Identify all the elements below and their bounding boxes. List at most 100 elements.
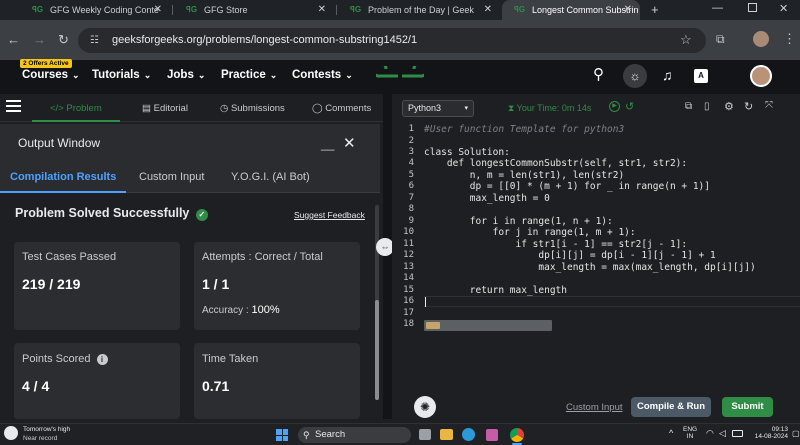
- browser-tab[interactable]: ꟼG GFG Weekly Coding Conte ✕: [20, 0, 170, 20]
- code-line[interactable]: max_length = max(max_length, dp[i][j]): [424, 262, 755, 273]
- tab-problem[interactable]: </> Problem: [50, 103, 102, 114]
- taskbar-search[interactable]: ⚲ Search: [298, 427, 411, 443]
- reset-code-icon[interactable]: ↻: [744, 100, 753, 113]
- line-number: 1: [408, 124, 414, 134]
- browser-tab[interactable]: ꟼG GFG Store ✕: [174, 0, 334, 20]
- minimize-output-icon[interactable]: __: [321, 137, 334, 151]
- menu-jobs[interactable]: Jobs ⌄: [167, 69, 205, 81]
- info-icon[interactable]: i: [96, 354, 108, 365]
- file-icon[interactable]: ▯: [704, 101, 710, 112]
- submit-button[interactable]: Submit: [722, 397, 773, 417]
- user-avatar[interactable]: [750, 65, 772, 87]
- weather-icon[interactable]: [4, 426, 18, 440]
- profile-avatar[interactable]: [753, 31, 769, 47]
- tab-custom-input[interactable]: Custom Input: [139, 171, 204, 183]
- gfg-logo-icon[interactable]: [376, 66, 424, 86]
- reload-icon[interactable]: ↻: [58, 33, 69, 47]
- file-explorer-icon[interactable]: [440, 429, 453, 440]
- code-line[interactable]: for i in range(1, n + 1):: [424, 216, 613, 227]
- panel-divider[interactable]: [383, 94, 392, 419]
- tab-editorial[interactable]: ▤ Editorial: [142, 103, 188, 114]
- close-tab-icon[interactable]: ✕: [318, 4, 326, 15]
- browser-tab[interactable]: ꟼG Problem of the Day | Geek ✕: [338, 0, 500, 20]
- volume-icon[interactable]: ◁: [719, 428, 726, 439]
- tab-submissions[interactable]: ◷ Submissions: [220, 103, 285, 114]
- gfg-favicon-icon: ꟼG: [350, 5, 362, 14]
- code-line[interactable]: dp[i][j] = dp[i - 1][j - 1] + 1: [424, 250, 715, 261]
- compile-run-button[interactable]: Compile & Run: [631, 397, 711, 417]
- photos-icon[interactable]: [486, 429, 498, 441]
- task-view-icon[interactable]: [419, 429, 431, 440]
- menu-contests[interactable]: Contests ⌄: [292, 69, 353, 81]
- fullscreen-icon[interactable]: ⤧: [765, 100, 773, 111]
- bookmark-star-icon[interactable]: ☆: [680, 33, 692, 47]
- timer-reset-icon[interactable]: ↺: [625, 100, 634, 113]
- close-output-icon[interactable]: ✕: [343, 134, 356, 152]
- custom-input-link[interactable]: Custom Input: [566, 402, 623, 413]
- menu-courses[interactable]: Courses ⌄: [22, 69, 80, 81]
- code-line[interactable]: dp = [[0] * (m + 1) for _ in range(n + 1…: [424, 181, 710, 192]
- tab-compilation-results[interactable]: Compilation Results: [10, 171, 116, 183]
- weather-title[interactable]: Tomorrow's high: [23, 426, 70, 433]
- code-line[interactable]: def longestCommonSubstr(self, str1, str2…: [424, 158, 687, 169]
- menu-practice[interactable]: Practice ⌄: [221, 69, 277, 81]
- theme-toggle-button[interactable]: ☼: [623, 64, 647, 88]
- code-line[interactable]: class Solution:: [424, 147, 510, 158]
- address-bar[interactable]: ☷ geeksforgeeks.org/problems/longest-com…: [78, 28, 706, 53]
- back-arrow-icon[interactable]: ←: [7, 33, 20, 47]
- search-icon: ⚲: [303, 430, 310, 440]
- hint-bulb-button[interactable]: ✺: [414, 396, 436, 418]
- clock[interactable]: 09:13 14-08-2024: [748, 426, 788, 440]
- notification-bell-icon[interactable]: ♫: [662, 68, 673, 82]
- battery-icon[interactable]: [732, 430, 743, 437]
- close-tab-icon[interactable]: ✕: [624, 4, 632, 15]
- code-line[interactable]: n, m = len(str1), len(str2): [424, 170, 624, 181]
- tab-yogi-ai-bot[interactable]: Y.O.G.I. (AI Bot): [231, 171, 310, 183]
- tab-comments[interactable]: ◯ Comments: [312, 103, 371, 114]
- search-icon[interactable]: ⚲: [593, 67, 604, 82]
- output-scrollbar-thumb[interactable]: [375, 300, 379, 400]
- offers-badge[interactable]: 2 Offers Active: [20, 59, 72, 68]
- close-tab-icon[interactable]: ✕: [154, 4, 162, 15]
- chrome-icon[interactable]: [510, 428, 524, 442]
- hamburger-menu-icon[interactable]: [6, 100, 21, 112]
- timer-play-icon[interactable]: ▶: [609, 101, 620, 112]
- copy-icon[interactable]: ⧉: [685, 101, 692, 112]
- tray-chevron-up-icon[interactable]: ^: [669, 428, 673, 438]
- settings-gear-icon[interactable]: ⚙: [724, 100, 734, 113]
- tab-title: Longest Common Substrin: [532, 5, 639, 15]
- code-line[interactable]: if str1[i - 1] == str2[j - 1]:: [424, 239, 688, 250]
- code-line[interactable]: #User function Template for python3: [424, 124, 624, 135]
- weather-subtitle[interactable]: Near record: [23, 435, 57, 442]
- forward-arrow-icon[interactable]: →: [33, 33, 46, 47]
- code-line[interactable]: for j in range(1, m + 1):: [424, 227, 636, 238]
- points-value: 4 / 4: [22, 378, 50, 394]
- search-text: Search: [315, 429, 346, 440]
- suggest-feedback-link[interactable]: Suggest Feedback: [294, 210, 365, 220]
- minimize-window-icon[interactable]: —: [712, 2, 723, 14]
- language-code: ENG: [683, 426, 698, 433]
- close-tab-icon[interactable]: ✕: [484, 4, 492, 15]
- editor-horizontal-scrollbar[interactable]: [424, 320, 552, 331]
- site-info-icon[interactable]: ☷: [90, 28, 99, 53]
- editor-scrollbar-grip[interactable]: [426, 322, 440, 329]
- notification-icon[interactable]: ▢: [792, 429, 800, 438]
- language-select[interactable]: Python3 ▾: [402, 100, 474, 117]
- wifi-icon[interactable]: ◠: [706, 428, 714, 439]
- windows-start-icon[interactable]: [276, 429, 288, 441]
- new-tab-button[interactable]: +: [651, 2, 659, 17]
- output-window-title: Output Window: [18, 136, 101, 150]
- input-language[interactable]: ENG IN: [683, 426, 697, 440]
- close-window-icon[interactable]: ✕: [779, 2, 788, 15]
- chevron-down-icon: ⌄: [345, 70, 353, 80]
- browser-tab-active[interactable]: ꟼG Longest Common Substrin ✕: [502, 0, 640, 20]
- edge-icon[interactable]: [462, 428, 475, 441]
- language-icon[interactable]: A: [694, 69, 708, 83]
- code-line[interactable]: max_length = 0: [424, 193, 550, 204]
- test-cases-label: Test Cases Passed: [22, 251, 117, 263]
- extensions-icon[interactable]: ⧉: [716, 32, 725, 46]
- browser-menu-icon[interactable]: ⋮: [783, 32, 796, 46]
- maximize-window-icon[interactable]: [748, 3, 757, 12]
- code-line[interactable]: return max_length: [424, 285, 567, 296]
- menu-tutorials[interactable]: Tutorials ⌄: [92, 69, 151, 81]
